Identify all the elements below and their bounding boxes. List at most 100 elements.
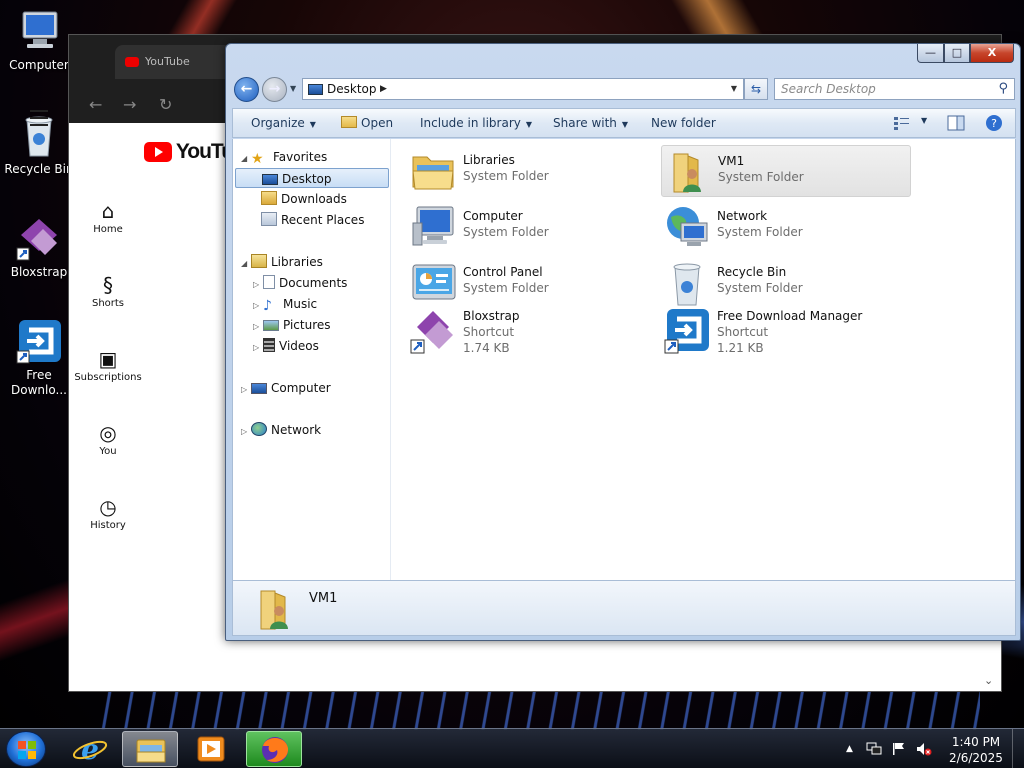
yt-nav-shorts[interactable]: § Shorts bbox=[68, 272, 148, 309]
desktop-icon bbox=[262, 174, 278, 185]
close-button[interactable]: X bbox=[970, 44, 1014, 63]
collapse-arrow-icon[interactable]: ▷ bbox=[253, 296, 263, 316]
address-dropdown-icon[interactable]: ▼ bbox=[731, 84, 737, 93]
preview-pane-icon[interactable] bbox=[947, 115, 965, 131]
help-icon[interactable]: ? bbox=[985, 114, 1003, 131]
file-name: Recycle Bin bbox=[717, 265, 787, 279]
network-status-icon[interactable] bbox=[866, 742, 882, 759]
file-item-network[interactable]: Network System Folder bbox=[661, 201, 911, 253]
desktop-icon-bloxstrap[interactable]: Bloxstrap bbox=[4, 215, 74, 280]
nav-computer[interactable]: ▷ Computer bbox=[241, 378, 331, 398]
organize-button[interactable]: Organize ▼ bbox=[251, 116, 316, 130]
recent-places-icon bbox=[261, 212, 277, 226]
nav-desktop[interactable]: Desktop bbox=[235, 168, 389, 188]
show-hidden-icons-chevron-icon[interactable]: ▲ bbox=[846, 744, 853, 754]
history-icon: ◷ bbox=[99, 495, 117, 519]
taskbar-internet-explorer[interactable]: e bbox=[62, 731, 118, 767]
youtube-play-icon bbox=[144, 142, 172, 162]
explorer-window[interactable]: — □ X ← → ▼ Desktop ▶ ▼ ⇆ Search Desktop… bbox=[225, 43, 1021, 641]
open-button[interactable]: Open bbox=[341, 116, 393, 130]
svg-text:e: e bbox=[81, 733, 99, 766]
collapse-arrow-icon[interactable]: ▷ bbox=[241, 380, 251, 400]
change-view-icon[interactable] bbox=[893, 115, 911, 131]
search-icon[interactable]: ⚲ bbox=[998, 81, 1008, 96]
refresh-button[interactable]: ⇆ bbox=[744, 78, 768, 100]
youtube-favicon-icon bbox=[125, 57, 139, 67]
desktop-icon-free-download-manager[interactable]: Free Downlo... bbox=[4, 318, 74, 398]
nav-network[interactable]: ▷ Network bbox=[241, 420, 321, 440]
hamburger-menu-icon[interactable] bbox=[30, 110, 48, 131]
subscriptions-icon: ▣ bbox=[98, 347, 118, 371]
file-item-control-panel[interactable]: Control Panel System Folder bbox=[407, 257, 657, 309]
nav-label: Desktop bbox=[282, 172, 332, 186]
svg-text:?: ? bbox=[991, 117, 997, 130]
breadcrumb-arrow-icon[interactable]: ▶ bbox=[380, 84, 387, 94]
browser-reload-icon[interactable]: ↻ bbox=[159, 95, 172, 114]
nav-label: Libraries bbox=[271, 255, 323, 269]
nav-label: Recent Places bbox=[281, 213, 365, 227]
collapse-arrow-icon[interactable]: ▷ bbox=[241, 422, 251, 442]
history-dropdown-icon[interactable]: ▼ bbox=[290, 84, 296, 93]
expand-arrow-icon[interactable]: ◢ bbox=[241, 149, 251, 169]
collapse-arrow-icon[interactable]: ▷ bbox=[253, 338, 263, 358]
file-size: 1.21 KB bbox=[717, 341, 764, 355]
minimize-button[interactable]: — bbox=[917, 44, 944, 63]
yt-nav-history[interactable]: ◷ History bbox=[68, 494, 148, 531]
nav-videos[interactable]: ▷ Videos bbox=[253, 336, 319, 356]
file-item-computer[interactable]: Computer System Folder bbox=[407, 201, 657, 253]
scroll-down-icon[interactable]: ⌄ bbox=[984, 674, 993, 687]
yt-nav-you[interactable]: ◎ You bbox=[68, 420, 148, 457]
desktop-icon-computer[interactable]: Computer bbox=[4, 8, 74, 73]
file-item-recycle-bin[interactable]: Recycle Bin System Folder bbox=[661, 257, 911, 309]
nav-music[interactable]: ▷ ♪ Music bbox=[253, 294, 317, 314]
pictures-icon bbox=[263, 320, 279, 331]
details-selected-name: VM1 bbox=[309, 591, 338, 606]
desktop-icon-label: Bloxstrap bbox=[10, 265, 68, 279]
libraries-icon bbox=[409, 147, 457, 195]
file-item-libraries[interactable]: Libraries System Folder bbox=[407, 145, 657, 197]
include-in-library-button[interactable]: Include in library ▼ bbox=[420, 116, 532, 130]
nav-documents[interactable]: ▷ Documents bbox=[253, 273, 347, 293]
file-item-vm1[interactable]: VM1 System Folder bbox=[661, 145, 911, 197]
file-item-free-download-manager[interactable]: Free Download Manager Shortcut 1.21 KB bbox=[661, 305, 911, 361]
collapse-arrow-icon[interactable]: ▷ bbox=[253, 317, 263, 337]
search-input[interactable]: Search Desktop ⚲ bbox=[774, 78, 1015, 100]
forward-button[interactable]: → bbox=[262, 77, 287, 102]
file-type: System Folder bbox=[718, 170, 804, 184]
nav-downloads[interactable]: Downloads bbox=[261, 189, 347, 209]
yt-nav-home[interactable]: ⌂ Home bbox=[68, 198, 148, 235]
yt-nav-subscriptions[interactable]: ▣ Subscriptions bbox=[68, 346, 148, 383]
system-clock[interactable]: 1:40 PM 2/6/2025 bbox=[946, 734, 1006, 766]
taskbar-firefox[interactable] bbox=[246, 731, 302, 767]
file-type: System Folder bbox=[463, 281, 549, 295]
caption-buttons: — □ X bbox=[917, 44, 1014, 64]
downloads-icon bbox=[261, 191, 277, 205]
browser-forward-icon[interactable]: → bbox=[123, 95, 136, 114]
address-bar[interactable]: Desktop ▶ ▼ bbox=[302, 78, 744, 100]
maximize-button[interactable]: □ bbox=[944, 44, 970, 63]
action-center-flag-icon[interactable] bbox=[892, 742, 906, 759]
browser-tab-title: YouTube bbox=[145, 55, 190, 68]
new-folder-button[interactable]: New folder bbox=[651, 116, 716, 130]
taskbar-media-player[interactable] bbox=[184, 731, 240, 767]
share-with-button[interactable]: Share with ▼ bbox=[553, 116, 628, 130]
nav-favorites[interactable]: ◢ ★ Favorites bbox=[241, 147, 327, 167]
address-location[interactable]: Desktop bbox=[327, 82, 377, 96]
show-desktop-button[interactable] bbox=[1012, 729, 1024, 768]
browser-back-icon[interactable]: ← bbox=[89, 95, 102, 114]
explorer-body: ◢ ★ Favorites Desktop Downloads Recent Pla… bbox=[232, 139, 1016, 580]
expand-arrow-icon[interactable]: ◢ bbox=[241, 254, 251, 274]
file-item-bloxstrap[interactable]: Bloxstrap Shortcut 1.74 KB bbox=[407, 305, 657, 361]
yt-nav-label: Home bbox=[93, 224, 123, 235]
taskbar-windows-explorer[interactable] bbox=[122, 731, 178, 767]
start-button[interactable] bbox=[6, 731, 46, 767]
nav-recent-places[interactable]: Recent Places bbox=[261, 210, 364, 230]
file-size: 1.74 KB bbox=[463, 341, 510, 355]
collapse-arrow-icon[interactable]: ▷ bbox=[253, 275, 263, 295]
nav-pictures[interactable]: ▷ Pictures bbox=[253, 315, 331, 335]
file-type: System Folder bbox=[717, 225, 803, 239]
back-button[interactable]: ← bbox=[234, 77, 259, 102]
volume-muted-icon[interactable] bbox=[916, 742, 932, 759]
nav-libraries[interactable]: ◢ Libraries bbox=[241, 252, 323, 272]
view-options-chevron-icon[interactable]: ▼ bbox=[921, 116, 927, 125]
